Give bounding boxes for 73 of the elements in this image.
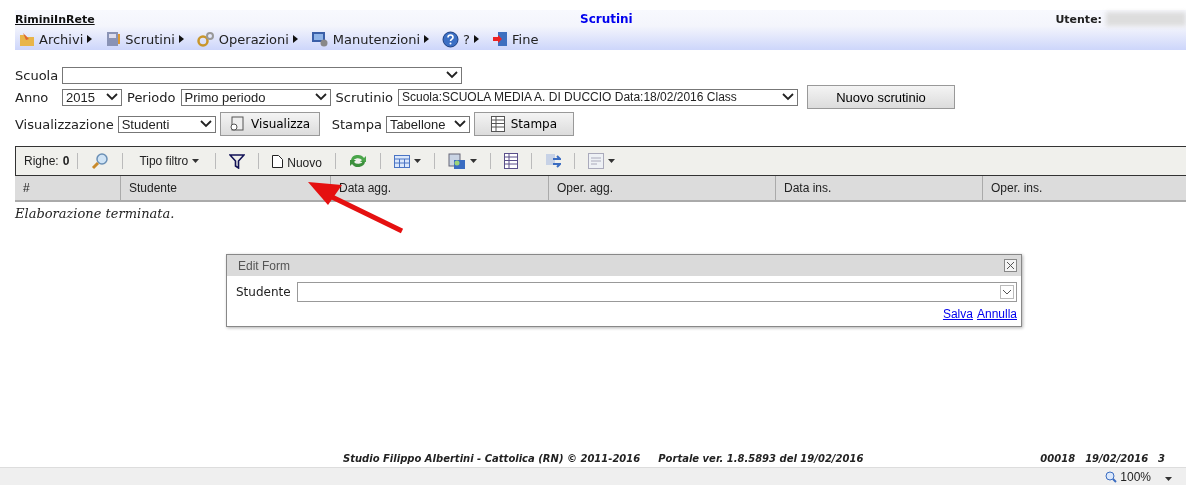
extra-text: 3 [1158,452,1166,464]
gears-icon [196,31,215,47]
grid-icon[interactable] [393,154,410,168]
chevron-icon [199,120,212,128]
print-button[interactable]: Stampa [473,112,574,136]
close-button[interactable] [1004,259,1017,272]
refresh-icon[interactable] [348,153,367,169]
view-select[interactable]: Studenti [117,115,216,133]
field-label: Visualizzazione [15,116,114,132]
chevron-icon [314,93,327,101]
field-label: Scrutinio [335,89,393,105]
chevron-icon [446,71,459,79]
caret-icon [469,159,477,163]
transfer-icon[interactable] [544,152,561,170]
form-link[interactable]: Salva [942,307,973,321]
form-link[interactable]: Annulla [976,307,1017,321]
menu-item[interactable]: ? [442,30,479,48]
view-button[interactable]: Visualizza [219,112,320,136]
menu-item[interactable]: Archivi [19,31,93,47]
caret-icon [192,159,200,163]
help-icon [442,30,460,48]
menu-item[interactable]: Scrutini [105,31,184,47]
monitor-icon [310,31,329,47]
menu-item[interactable]: Fine [492,31,539,47]
zoom-icon [1105,470,1118,483]
field-label: Anno [15,89,50,105]
caret-icon [413,159,421,163]
close-icon [1007,262,1014,269]
filter-icon[interactable] [229,153,246,169]
session-date: 19/02/2016 [1085,452,1149,464]
table-icon [490,116,505,132]
status-message: Elaborazione terminata. [15,206,176,221]
session-code: 00018 [1040,452,1076,464]
new-scrutiny-button[interactable]: Nuovo scrutinio [807,85,955,109]
year-select[interactable]: 2015 [62,88,122,106]
folder-icon [19,31,35,47]
scroll-icon [229,116,246,132]
app-name-link[interactable]: RiminiInRete [15,12,580,26]
scrutiny-select[interactable]: Scuola:SCUOLA MEDIA A. DI DUCCIO Data:18/02/2016 Class [398,88,798,106]
page-title: Scrutini [580,12,634,26]
dropdown-icon[interactable] [1000,285,1014,299]
caret-icon [607,159,615,163]
exit-icon [492,31,508,47]
dialog-title: Edit Form [238,258,290,273]
school-select[interactable] [62,66,463,84]
columns-icon[interactable] [503,153,518,169]
menu-item[interactable]: Operazioni [196,31,298,47]
caret-icon [1165,476,1172,481]
search-icon[interactable] [91,152,110,170]
document-icon [272,154,284,168]
field-label: Scuola [15,67,59,83]
column-header[interactable]: Oper. agg. [548,176,775,200]
period-select[interactable]: Primo periodo [180,88,331,106]
toolbar-button[interactable]: Tipo filtro [131,154,208,168]
chevron-icon [106,93,118,101]
book-icon [105,31,122,47]
toolbar-button[interactable]: Nuovo [267,152,327,170]
rows-count: Righe: 0 [24,154,70,168]
field-label: Periodo [127,89,176,105]
menu-item[interactable]: Manutenzioni [310,31,430,47]
chevron-icon [453,120,466,128]
column-header[interactable]: # [15,176,120,200]
print-select[interactable]: Tabellone [385,115,470,133]
field-label: Studente [236,285,291,299]
export-icon[interactable] [447,152,466,170]
zoom-control[interactable]: 100% [1105,469,1151,484]
version-text: Portale ver. 1.8.5893 del 19/02/2016 [658,452,864,464]
chevron-icon [782,93,794,101]
column-header[interactable]: Oper. ins. [982,176,1186,200]
field-label: Stampa [331,116,382,132]
user-label: Utente: [1055,12,1102,26]
credits-text: Studio Filippo Albertini - Cattolica (RN) © 2011-2016 [343,452,641,464]
column-header[interactable]: Data ins. [775,176,982,200]
